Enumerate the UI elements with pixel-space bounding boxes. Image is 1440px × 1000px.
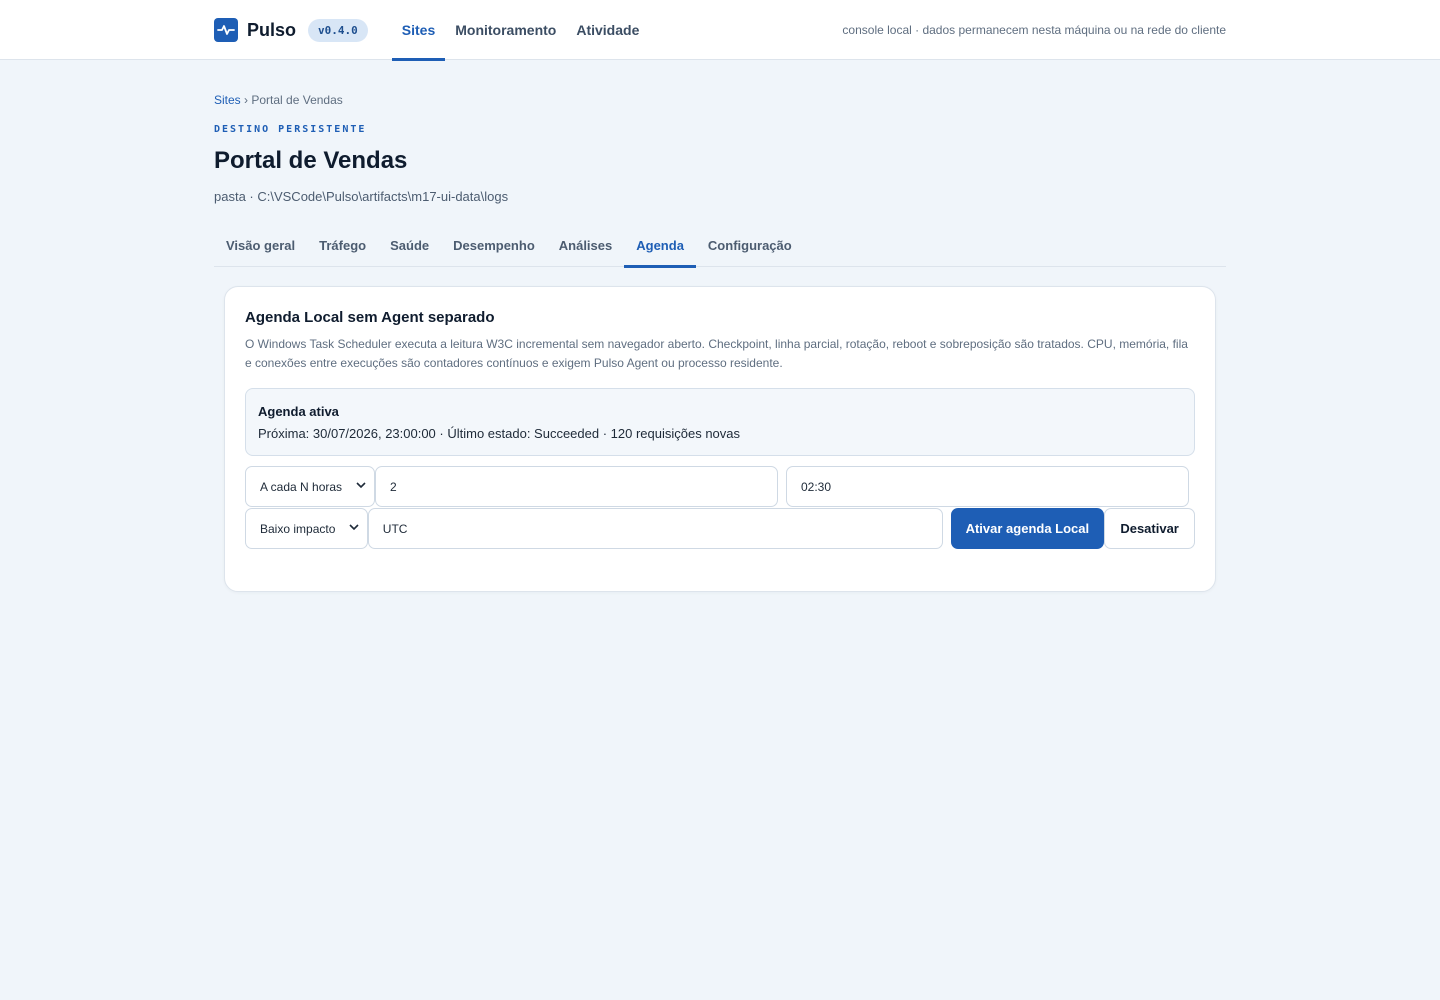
time-input[interactable]: 02:30	[786, 466, 1189, 507]
interval-input-value: 2	[390, 479, 397, 494]
top-bar-inner: Pulso v0.4.0 Sites Monitoramento Ativida…	[214, 0, 1226, 61]
version-badge: v0.4.0	[308, 18, 368, 42]
chevron-down-icon	[349, 523, 359, 534]
tab-configuracao[interactable]: Configuração	[696, 224, 804, 267]
agenda-status-detail: Próxima: 30/07/2026, 23:00:00 · Último e…	[258, 426, 741, 441]
source-path: pasta · C:\VSCode\Pulso\artifacts\m17-ui…	[214, 189, 509, 204]
agenda-card-title: Agenda Local sem Agent separado	[245, 309, 495, 326]
agenda-description: O Windows Task Scheduler executa a leitu…	[245, 337, 1188, 370]
main-nav: Sites Monitoramento Atividade	[391, 0, 650, 61]
pulse-icon	[214, 18, 238, 42]
timezone-input[interactable]: UTC	[367, 508, 943, 549]
nav-item-sites[interactable]: Sites	[391, 0, 446, 61]
site-tabs: Visão geral Tráfego Saúde Desempenho Aná…	[214, 224, 1226, 268]
brand[interactable]: Pulso v0.4.0	[214, 18, 368, 42]
frequency-select[interactable]: A cada N horas	[245, 466, 375, 507]
schedule-row: A cada N horas 2 02:30	[245, 466, 1195, 507]
top-bar: Pulso v0.4.0 Sites Monitoramento Ativida…	[0, 0, 1440, 61]
timezone-input-value: UTC	[382, 521, 408, 536]
brand-name: Pulso	[247, 19, 297, 40]
options-row: Baixo impacto UTC Ativar agenda Local De…	[245, 508, 1195, 549]
breadcrumb-separator: ›	[244, 93, 249, 107]
agenda-status-box: Agenda ativa Próxima: 30/07/2026, 23:00:…	[245, 388, 1195, 456]
chevron-down-icon	[356, 481, 366, 492]
nav-item-monitoramento[interactable]: Monitoramento	[445, 0, 566, 60]
page-title: Portal de Vendas	[214, 147, 408, 174]
tab-saude[interactable]: Saúde	[378, 224, 441, 267]
breadcrumb-sites-link[interactable]: Sites	[214, 93, 241, 107]
impact-select[interactable]: Baixo impacto	[245, 508, 368, 549]
main-content: Sites › Portal de Vendas DESTINO PERSIST…	[214, 60, 1226, 592]
breadcrumb-current: Portal de Vendas	[251, 93, 343, 107]
nav-item-atividade[interactable]: Atividade	[566, 0, 649, 60]
time-input-value: 02:30	[801, 479, 832, 494]
tab-desempenho[interactable]: Desempenho	[441, 224, 547, 267]
tab-analises[interactable]: Análises	[547, 224, 624, 267]
tab-visao-geral[interactable]: Visão geral	[214, 224, 307, 267]
breadcrumb: Sites › Portal de Vendas	[214, 93, 1226, 107]
impact-select-value: Baixo impacto	[260, 521, 336, 536]
agenda-card: Agenda Local sem Agent separado O Window…	[224, 286, 1216, 592]
tab-agenda[interactable]: Agenda	[624, 224, 696, 268]
tab-trafego[interactable]: Tráfego	[307, 224, 378, 267]
local-console-note: console local · dados permanecem nesta m…	[842, 23, 1226, 37]
deactivate-button[interactable]: Desativar	[1104, 508, 1195, 549]
frequency-select-value: A cada N horas	[260, 479, 343, 494]
activate-schedule-button[interactable]: Ativar agenda Local	[950, 508, 1105, 549]
agenda-status-title: Agenda ativa	[258, 404, 339, 419]
interval-input[interactable]: 2	[375, 466, 778, 507]
destination-label: DESTINO PERSISTENTE	[214, 124, 367, 135]
